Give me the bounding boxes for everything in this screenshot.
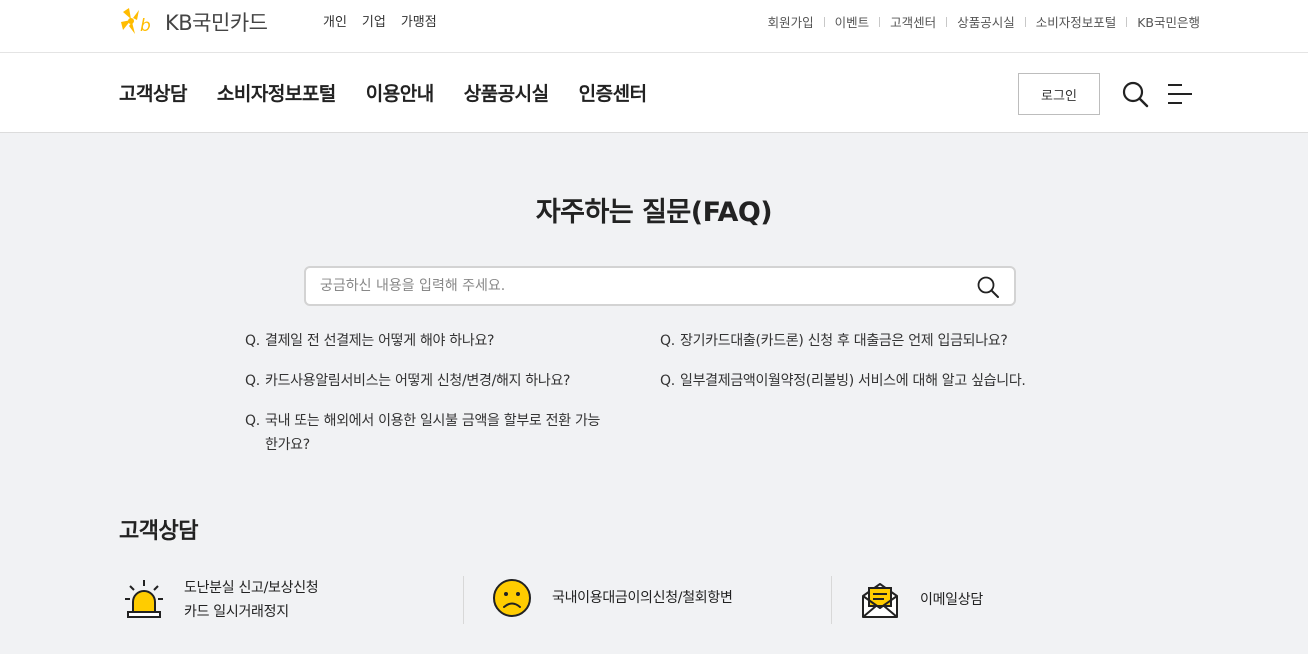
cs-item-label: 국내이용대금이의신청/철회항변	[552, 590, 733, 606]
cs-item-email[interactable]: 이메일상담	[860, 580, 983, 620]
util-link-product-disclosure[interactable]: 상품공시실	[957, 12, 1015, 31]
divider	[879, 16, 881, 27]
q-marker: Q.	[245, 413, 260, 429]
util-link-kb-bank[interactable]: KB국민은행	[1137, 12, 1200, 31]
gnb-item-consumer-portal[interactable]: 소비자정보포털	[217, 79, 336, 106]
segment-business[interactable]: 기업	[362, 11, 386, 30]
envelope-icon	[862, 583, 898, 618]
faq-question-item[interactable]: Q. 국내 또는 해외에서 이용한 일시불 금액을 할부로 전환 가능한가요?	[245, 409, 607, 457]
faq-question-item[interactable]: Q. 일부결제금액이월약정(리볼빙) 서비스에 대해 알고 싶습니다.	[660, 369, 1060, 393]
utility-links: 회원가입 이벤트 고객센터 상품공시실 소비자정보포털 KB국민은행	[768, 12, 1200, 31]
util-link-customer-center[interactable]: 고객센터	[890, 12, 936, 31]
faq-question-item[interactable]: Q. 장기카드대출(카드론) 신청 후 대출금은 언제 입금되나요?	[660, 329, 1060, 353]
util-link-event[interactable]: 이벤트	[835, 12, 870, 31]
divider	[1024, 16, 1026, 27]
q-marker: Q.	[245, 373, 260, 389]
divider	[1126, 16, 1128, 27]
cs-item-label: 카드 일시거래정지	[184, 604, 289, 620]
divider	[463, 576, 464, 624]
faq-search-box	[304, 266, 1016, 306]
sad-face-icon	[493, 579, 531, 617]
faq-question-item[interactable]: Q. 결제일 전 선결제는 어떻게 해야 하나요?	[245, 329, 625, 353]
util-link-signup[interactable]: 회원가입	[768, 12, 814, 31]
gnb-item-auth-center[interactable]: 인증센터	[579, 79, 647, 106]
login-button[interactable]: 로그인	[1018, 73, 1100, 115]
customer-service-title: 고객상담	[119, 519, 198, 544]
kb-logo[interactable]: b KB국민카드	[119, 6, 268, 38]
faq-question-item[interactable]: Q. 카드사용알림서비스는 어떻게 신청/변경/해지 하나요?	[245, 369, 625, 393]
divider	[823, 16, 825, 27]
cs-item-label: 도난분실 신고/보상신청	[184, 580, 319, 596]
brand-name: KB국민카드	[165, 11, 268, 35]
divider	[946, 16, 948, 27]
segment-merchant[interactable]: 가맹점	[401, 11, 437, 30]
main-navigation: 고객상담 소비자정보포털 이용안내 상품공시실 인증센터 로그인	[0, 53, 1308, 133]
q-marker: Q.	[245, 333, 260, 349]
cs-item-loss-report[interactable]: 도난분실 신고/보상신청 카드 일시거래정지	[124, 576, 319, 624]
kb-star-icon: b	[121, 8, 151, 36]
top-bar: b KB국민카드 개인 기업 가맹점 회원가입 이벤트 고객센터 상품공시실 소…	[0, 0, 1308, 53]
faq-search-input[interactable]	[320, 268, 960, 304]
faq-question-text[interactable]: 국내 또는 해외에서 이용한 일시불 금액을 할부로 전환 가능한가요?	[245, 409, 607, 457]
util-link-consumer-portal[interactable]: 소비자정보포털	[1036, 12, 1117, 31]
search-icon[interactable]	[976, 275, 1000, 299]
segment-nav: 개인 기업 가맹점	[323, 11, 437, 30]
cs-item-label: 이메일상담	[920, 592, 983, 608]
gnb-item-product-disclosure[interactable]: 상품공시실	[464, 79, 549, 106]
faq-title: 자주하는 질문(FAQ)	[535, 197, 773, 228]
svg-text:b: b	[140, 16, 151, 36]
faq-question-text[interactable]: 카드사용알림서비스는 어떻게 신청/변경/해지 하나요?	[245, 369, 625, 393]
cs-item-dispute[interactable]: 국내이용대금이의신청/철회항변	[492, 578, 733, 618]
faq-question-text[interactable]: 장기카드대출(카드론) 신청 후 대출금은 언제 입금되나요?	[660, 329, 1060, 353]
gnb-menu: 고객상담 소비자정보포털 이용안내 상품공시실 인증센터	[119, 79, 647, 106]
hamburger-menu-icon[interactable]	[1167, 82, 1193, 106]
alarm-siren-icon	[125, 580, 163, 618]
faq-question-text[interactable]: 결제일 전 선결제는 어떻게 해야 하나요?	[245, 329, 625, 353]
faq-question-text[interactable]: 일부결제금액이월약정(리볼빙) 서비스에 대해 알고 싶습니다.	[660, 369, 1060, 393]
q-marker: Q.	[660, 333, 675, 349]
segment-personal[interactable]: 개인	[323, 11, 347, 30]
gnb-item-consultation[interactable]: 고객상담	[119, 79, 187, 106]
divider	[831, 576, 832, 624]
q-marker: Q.	[660, 373, 675, 389]
gnb-item-usage-guide[interactable]: 이용안내	[366, 79, 434, 106]
search-icon[interactable]	[1121, 80, 1149, 108]
